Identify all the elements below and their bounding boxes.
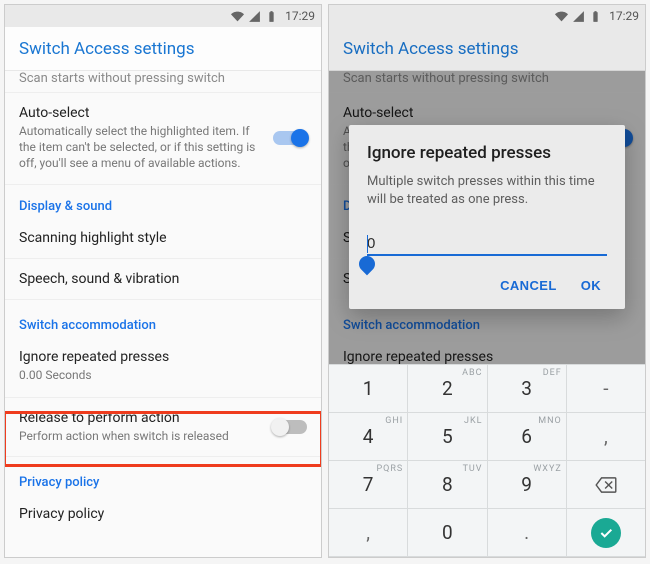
key-4[interactable]: 4GHI: [329, 413, 408, 461]
ok-button[interactable]: OK: [581, 278, 601, 293]
ignore-sub: 0.00 Seconds: [19, 367, 307, 383]
row-speech-sound[interactable]: Speech, sound & vibration: [5, 259, 321, 300]
numeric-keypad: 1 2ABC 3DEF - 4GHI 5JKL 6MNO , 7PQRS 8TU…: [329, 364, 645, 557]
auto-select-toggle[interactable]: [273, 131, 307, 145]
row-release-action[interactable]: Release to perform action Perform action…: [5, 398, 321, 457]
key-0[interactable]: 0: [408, 509, 487, 557]
key-2[interactable]: 2ABC: [408, 365, 487, 413]
key-comma2[interactable]: ,: [329, 509, 408, 557]
phone-right: 17:29 Switch Access settings Scan starts…: [328, 4, 646, 558]
dialog-title: Ignore repeated presses: [367, 143, 607, 163]
truncated-row[interactable]: Scan starts without pressing switch: [5, 71, 321, 93]
key-comma[interactable]: ,: [567, 413, 645, 461]
key-9[interactable]: 9WXYZ: [488, 461, 567, 509]
status-time: 17:29: [609, 9, 639, 23]
status-time: 17:29: [285, 9, 315, 23]
ignore-title: Ignore repeated presses: [19, 349, 307, 365]
check-icon: [591, 518, 621, 548]
key-3[interactable]: 3DEF: [488, 365, 567, 413]
selection-handle[interactable]: [356, 253, 379, 276]
text-cursor: [367, 235, 368, 253]
wifi-icon: [555, 10, 568, 23]
section-privacy: Privacy policy: [5, 457, 321, 494]
phone-left: 17:29 Switch Access settings Scan starts…: [4, 4, 322, 558]
status-bar: 17:29: [329, 5, 645, 27]
release-toggle[interactable]: [273, 420, 307, 434]
section-display-sound: Display & sound: [5, 185, 321, 218]
dialog-input[interactable]: [367, 235, 607, 252]
dialog-input-wrap[interactable]: [367, 235, 607, 256]
auto-select-title: Auto-select: [19, 105, 263, 121]
auto-select-sub: Automatically select the highlighted ite…: [19, 123, 263, 172]
row-highlight-style[interactable]: Scanning highlight style: [5, 218, 321, 259]
key-minus[interactable]: -: [567, 365, 645, 413]
app-title: Switch Access settings: [329, 27, 645, 71]
dialog-ignore-presses: Ignore repeated presses Multiple switch …: [349, 125, 625, 309]
cancel-button[interactable]: CANCEL: [500, 278, 557, 293]
key-8[interactable]: 8TUV: [408, 461, 487, 509]
app-title: Switch Access settings: [5, 27, 321, 71]
dialog-body: Multiple switch presses within this time…: [367, 173, 607, 209]
key-6[interactable]: 6MNO: [488, 413, 567, 461]
battery-icon: [265, 10, 278, 23]
key-7[interactable]: 7PQRS: [329, 461, 408, 509]
row-privacy-policy[interactable]: Privacy policy: [5, 494, 321, 534]
key-enter[interactable]: [567, 509, 645, 557]
dialog-backdrop[interactable]: Ignore repeated presses Multiple switch …: [329, 71, 645, 364]
status-bar: 17:29: [5, 5, 321, 27]
signal-icon: [248, 10, 261, 23]
settings-list[interactable]: Scan starts without pressing switch Auto…: [5, 71, 321, 557]
key-1[interactable]: 1: [329, 365, 408, 413]
wifi-icon: [231, 10, 244, 23]
row-auto-select[interactable]: Auto-select Automatically select the hig…: [5, 93, 321, 185]
settings-list-bg: Scan starts without pressing switch Auto…: [329, 71, 645, 364]
row-ignore-presses[interactable]: Ignore repeated presses 0.00 Seconds: [5, 337, 321, 398]
battery-icon: [589, 10, 602, 23]
section-accommodation: Switch accommodation: [5, 300, 321, 337]
signal-icon: [572, 10, 585, 23]
key-5[interactable]: 5JKL: [408, 413, 487, 461]
backspace-icon: [595, 477, 617, 493]
key-backspace[interactable]: [567, 461, 645, 509]
key-dot[interactable]: .: [488, 509, 567, 557]
